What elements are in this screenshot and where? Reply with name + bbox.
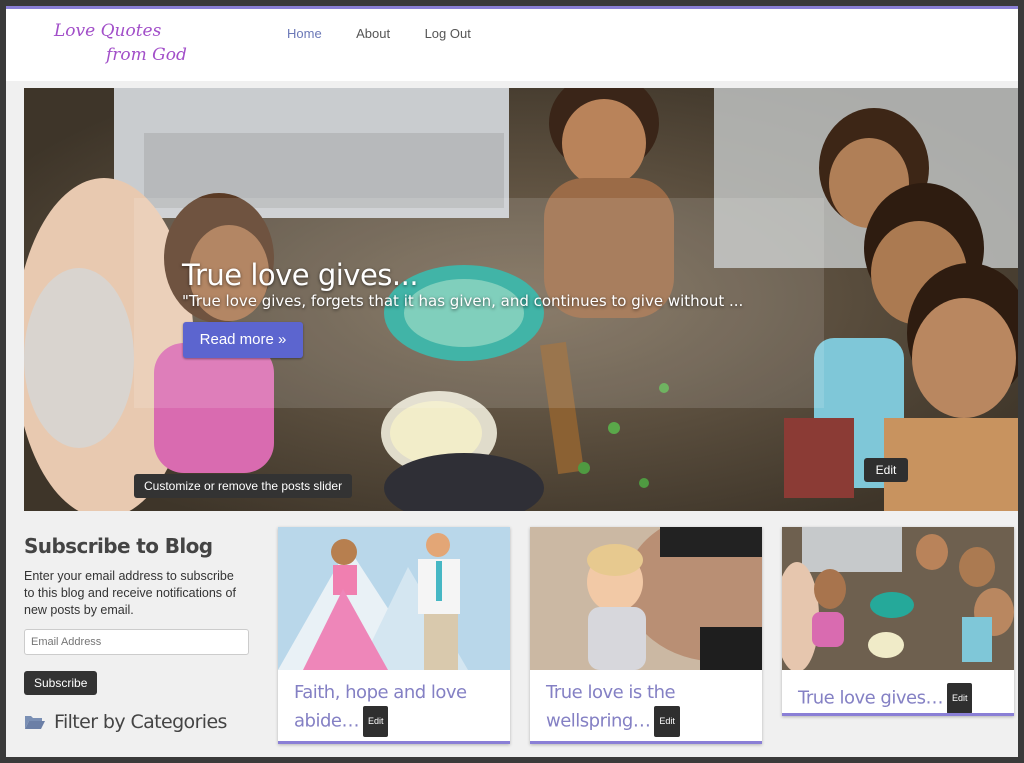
post-edit-button[interactable]: Edit bbox=[946, 683, 973, 713]
post-edit-button[interactable]: Edit bbox=[362, 706, 389, 737]
read-more-button[interactable]: Read more » bbox=[183, 322, 303, 358]
main-nav: Home About Log Out bbox=[287, 25, 501, 43]
post-title-text[interactable]: True love gives… bbox=[798, 688, 943, 709]
post-card[interactable]: True love gives… Edit bbox=[782, 527, 1014, 716]
subscribe-button[interactable]: Subscribe bbox=[24, 671, 98, 695]
site-logo[interactable]: Love Quotes from God bbox=[54, 19, 204, 75]
post-thumbnail[interactable] bbox=[530, 527, 762, 670]
post-edit-button[interactable]: Edit bbox=[654, 706, 680, 737]
filter-title: Filter by Categories bbox=[54, 711, 227, 733]
browser-frame: Love Quotes from God Home About Log Out bbox=[6, 6, 1018, 757]
post-title[interactable]: True love gives… Edit bbox=[798, 683, 1003, 713]
sidebar: Subscribe to Blog Enter your email addre… bbox=[24, 534, 264, 733]
post-title[interactable]: Faith, hope and love abide… Edit bbox=[294, 679, 499, 737]
filter-categories-header: Filter by Categories bbox=[24, 711, 264, 733]
post-thumbnail[interactable] bbox=[782, 527, 1014, 670]
post-title[interactable]: True love is the wellspring… Edit bbox=[546, 679, 751, 737]
post-thumbnail[interactable] bbox=[278, 527, 510, 670]
site-header: Love Quotes from God Home About Log Out bbox=[6, 6, 1018, 81]
subscribe-description: Enter your email address to subscribe to… bbox=[24, 569, 236, 617]
logo-line-2: from God bbox=[106, 45, 187, 65]
slider-edit-button[interactable]: Edit bbox=[864, 458, 908, 482]
subscribe-title: Subscribe to Blog bbox=[24, 534, 213, 558]
post-card[interactable]: Faith, hope and love abide… Edit bbox=[278, 527, 510, 744]
nav-home[interactable]: Home bbox=[287, 26, 322, 41]
customize-slider-button[interactable]: Customize or remove the posts slider bbox=[134, 474, 353, 498]
folder-open-icon bbox=[25, 716, 45, 729]
slider-title[interactable]: True love gives... bbox=[182, 258, 419, 292]
email-input[interactable] bbox=[24, 629, 249, 655]
post-card[interactable]: True love is the wellspring… Edit bbox=[530, 527, 762, 744]
posts-slider[interactable]: True love gives... "True love gives, for… bbox=[24, 88, 1018, 511]
nav-about[interactable]: About bbox=[356, 26, 390, 41]
logo-line-1: Love Quotes bbox=[54, 21, 162, 41]
slider-excerpt: "True love gives, forgets that it has gi… bbox=[182, 292, 744, 310]
nav-logout[interactable]: Log Out bbox=[425, 26, 471, 41]
